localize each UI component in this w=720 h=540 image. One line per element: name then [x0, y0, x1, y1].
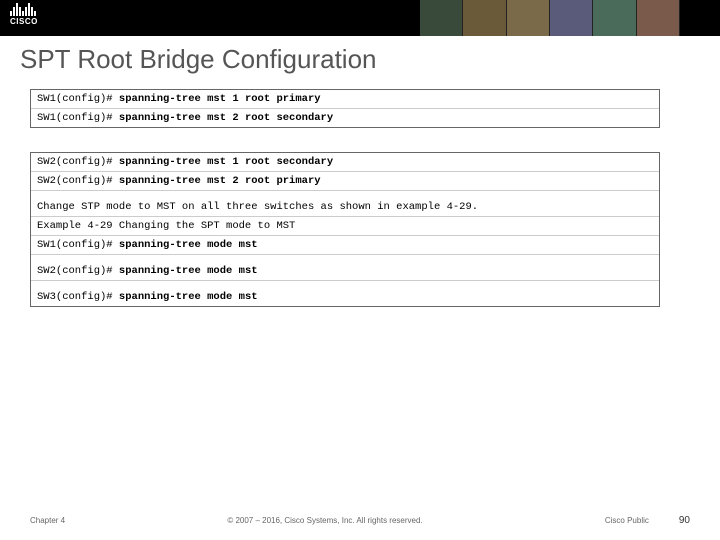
prompt: SW3(config)#	[37, 291, 119, 303]
prompt: SW1(config)#	[37, 93, 119, 105]
cisco-logo-text: CISCO	[10, 17, 38, 26]
prompt: SW2(config)#	[37, 156, 119, 168]
prompt: SW1(config)#	[37, 112, 119, 124]
code-line: SW2(config)# spanning-tree mst 1 root se…	[31, 153, 659, 172]
code-line: SW1(config)# spanning-tree mst 2 root se…	[31, 109, 659, 127]
banner-people-strip	[420, 0, 680, 36]
command: spanning-tree mst 2 root secondary	[119, 112, 333, 124]
command: spanning-tree mst 1 root secondary	[119, 156, 333, 168]
cisco-logo-bars	[10, 2, 38, 16]
code-box-2: SW2(config)# spanning-tree mst 1 root se…	[30, 152, 660, 307]
slide-footer: Chapter 4 © 2007 – 2016, Cisco Systems, …	[0, 515, 720, 526]
slide-content: SW1(config)# spanning-tree mst 1 root pr…	[0, 75, 720, 307]
slide-title: SPT Root Bridge Configuration	[0, 36, 720, 75]
prompt: SW1(config)#	[37, 239, 119, 251]
code-line: SW2(config)# spanning-tree mst 2 root pr…	[31, 172, 659, 191]
command: spanning-tree mode mst	[119, 265, 258, 277]
prompt: SW2(config)#	[37, 265, 119, 277]
footer-copyright: © 2007 – 2016, Cisco Systems, Inc. All r…	[65, 516, 585, 525]
code-line: SW3(config)# spanning-tree mode mst	[31, 281, 659, 306]
footer-chapter: Chapter 4	[30, 516, 65, 525]
command: spanning-tree mst 1 root primary	[119, 93, 321, 105]
footer-public: Cisco Public	[605, 516, 649, 525]
code-line: SW1(config)# spanning-tree mst 1 root pr…	[31, 90, 659, 109]
code-text: Example 4-29 Changing the SPT mode to MS…	[31, 217, 659, 236]
code-line: SW2(config)# spanning-tree mode mst	[31, 255, 659, 281]
command: spanning-tree mode mst	[119, 239, 258, 251]
code-line: SW1(config)# spanning-tree mode mst	[31, 236, 659, 255]
cisco-logo: CISCO	[10, 2, 38, 26]
prompt: SW2(config)#	[37, 175, 119, 187]
footer-page-number: 90	[679, 515, 690, 526]
top-banner: CISCO	[0, 0, 720, 36]
command: spanning-tree mst 2 root primary	[119, 175, 321, 187]
code-text: Change STP mode to MST on all three swit…	[31, 191, 659, 217]
command: spanning-tree mode mst	[119, 291, 258, 303]
code-box-1: SW1(config)# spanning-tree mst 1 root pr…	[30, 89, 660, 128]
